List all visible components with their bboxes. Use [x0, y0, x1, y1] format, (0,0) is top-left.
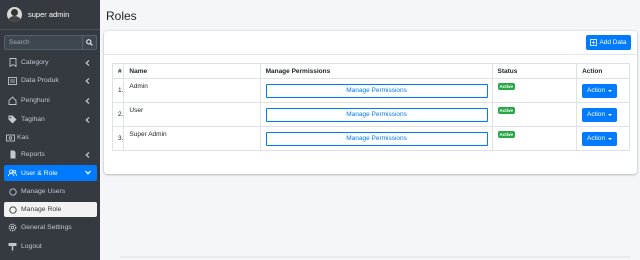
action-dropdown-button[interactable]: Action: [582, 131, 618, 146]
role-name: Admin: [123, 78, 261, 103]
user-name: super admin: [28, 10, 70, 19]
caret-down-icon: [608, 89, 613, 92]
chevron-down-icon: [84, 169, 91, 176]
status-cell: Active: [491, 78, 578, 103]
manage-permissions-button[interactable]: Manage Permissions: [265, 107, 488, 122]
row-number: 3.: [111, 126, 125, 151]
sidebar-item-label: General Settings: [21, 224, 72, 231]
table-row: 1. Admin Manage Permissions Active Actio…: [111, 78, 630, 103]
chevron-left-icon: [84, 77, 91, 84]
sidebar-item-user-role[interactable]: User & Role: [4, 165, 97, 181]
money-icon: [6, 133, 15, 142]
chevron-left-icon: [84, 151, 91, 158]
roles-card: Add Data # Name Manage Permissions Statu…: [104, 31, 637, 174]
sidebar-item-general-settings[interactable]: General Settings: [4, 220, 97, 235]
users-icon: [8, 169, 17, 178]
table-row: 2. User Manage Permissions Active Action: [111, 102, 630, 127]
search-button[interactable]: [82, 35, 97, 50]
caret-down-icon: [608, 137, 613, 140]
sidebar-item-label: Data Produk: [21, 77, 59, 84]
table-row: 3. Super Admin Manage Permissions Active…: [111, 126, 630, 151]
page-title: Roles: [106, 9, 137, 23]
search-input[interactable]: [4, 35, 82, 50]
sidebar-item-data-produk[interactable]: Data Produk: [4, 73, 97, 88]
action-cell: Action: [576, 102, 630, 127]
sidebar-item-manage-users[interactable]: Manage Users: [4, 184, 97, 199]
circle-icon: [8, 187, 17, 196]
column-header-status: Status: [491, 63, 578, 79]
status-badge: Active: [497, 83, 516, 90]
add-data-button[interactable]: Add Data: [586, 35, 631, 50]
permissions-cell: Manage Permissions: [259, 78, 493, 103]
search-icon: [86, 39, 93, 46]
avatar: [7, 7, 22, 22]
roles-table: # Name Manage Permissions Status Action …: [111, 63, 630, 151]
permissions-cell: Manage Permissions: [259, 126, 493, 151]
caret-down-icon: [608, 113, 613, 116]
column-header-permissions: Manage Permissions: [259, 63, 493, 79]
signpost-icon: [8, 242, 17, 251]
column-header-name: Name: [123, 63, 261, 79]
sidebar-item-label: Manage Users: [21, 188, 66, 195]
sidebar-item-label: Manage Role: [21, 206, 62, 213]
file-icon: [8, 150, 17, 159]
bookmark-icon: [8, 58, 17, 67]
chevron-left-icon: [84, 59, 91, 66]
role-name: Super Admin: [123, 126, 261, 151]
manage-permissions-button[interactable]: Manage Permissions: [265, 131, 488, 146]
action-label: Action: [587, 87, 606, 94]
plus-square-icon: [590, 39, 598, 46]
status-cell: Active: [491, 126, 578, 151]
sidebar-item-label: Category: [21, 59, 49, 66]
sidebar-item-category[interactable]: Category: [4, 55, 97, 70]
sidebar-item-logout[interactable]: Logout: [4, 239, 97, 254]
gear-icon: [8, 223, 17, 232]
tag-icon: [8, 115, 17, 124]
sidebar-item-label: Reports: [21, 151, 45, 158]
role-name-text: User: [129, 107, 144, 114]
sidebar-item-label: User & Role: [21, 169, 58, 177]
role-name-text: Admin: [129, 83, 148, 90]
sidebar-item-reports[interactable]: Reports: [4, 147, 97, 162]
footer: [120, 256, 630, 258]
sidebar-item-label: Tagihan: [21, 116, 45, 123]
sidebar-item-label: Logout: [21, 243, 42, 250]
role-name-text: Super Admin: [129, 131, 167, 138]
circle-icon: [8, 205, 17, 214]
action-dropdown-button[interactable]: Action: [582, 83, 618, 98]
manage-permissions-button[interactable]: Manage Permissions: [265, 83, 488, 98]
home-icon: [8, 96, 17, 105]
chevron-left-icon: [84, 116, 91, 123]
row-number: 1.: [111, 78, 125, 103]
role-name: User: [123, 102, 261, 127]
chevron-left-icon: [84, 97, 91, 104]
action-label: Action: [587, 135, 606, 142]
sidebar-item-label: Kas: [17, 134, 29, 141]
sidebar-search: [4, 35, 97, 50]
list-icon: [8, 76, 17, 85]
sidebar-item-label: Penghuni: [21, 97, 50, 104]
sidebar-item-tagihan[interactable]: Tagihan: [4, 112, 97, 127]
action-cell: Action: [576, 126, 630, 151]
status-cell: Active: [491, 102, 578, 127]
sidebar-item-kas[interactable]: Kas: [4, 130, 97, 145]
action-label: Action: [587, 111, 606, 118]
card-header: Add Data: [104, 31, 637, 55]
action-dropdown-button[interactable]: Action: [582, 107, 618, 122]
sidebar: super admin Category Data Produk Penghun…: [0, 0, 100, 260]
column-header-action: Action: [576, 63, 630, 79]
status-badge: Active: [497, 131, 516, 138]
user-panel[interactable]: super admin: [0, 0, 100, 30]
sidebar-item-manage-role[interactable]: Manage Role: [4, 202, 97, 217]
status-badge: Active: [497, 107, 516, 114]
action-cell: Action: [576, 78, 630, 103]
add-data-label: Add Data: [599, 39, 627, 46]
table-header-row: # Name Manage Permissions Status Action: [111, 63, 630, 79]
row-number: 2.: [111, 102, 125, 127]
permissions-cell: Manage Permissions: [259, 102, 493, 127]
column-header-no: #: [111, 63, 125, 79]
sidebar-item-penghuni[interactable]: Penghuni: [4, 93, 97, 108]
